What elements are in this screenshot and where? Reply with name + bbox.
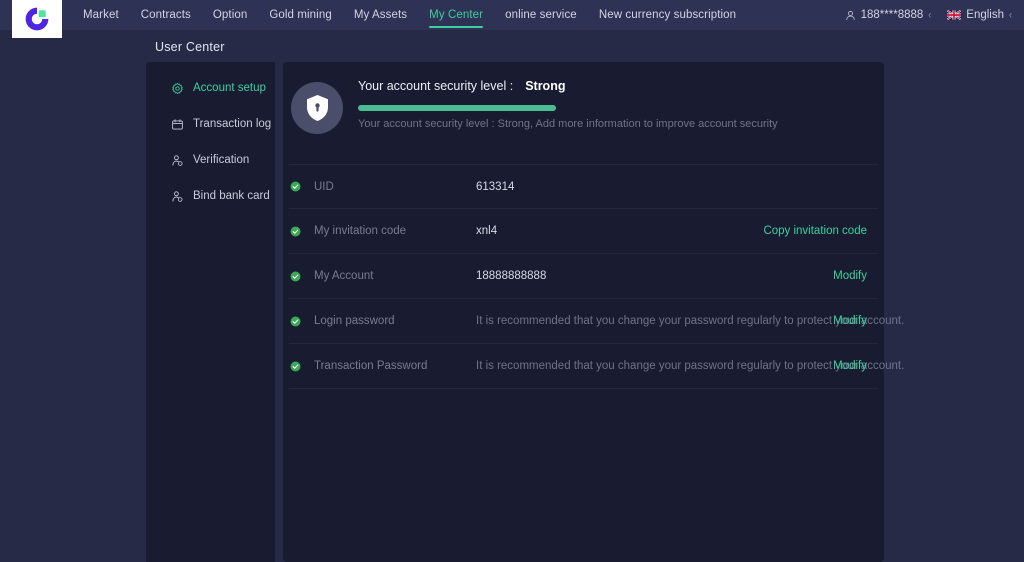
account-menu[interactable]: 188****8888 ‹ [845, 8, 932, 21]
brand-logo[interactable] [12, 0, 62, 38]
table-row: UID 613314 [289, 164, 878, 209]
security-progress-fill [358, 105, 556, 111]
uk-flag-icon [947, 10, 962, 20]
user-card-icon [172, 190, 183, 202]
row-value: 613314 [476, 180, 515, 193]
nav-item-gold-mining[interactable]: Gold mining [258, 0, 342, 30]
copy-invitation-code-button[interactable]: Copy invitation code [763, 225, 867, 237]
sidebar-item-verification[interactable]: Verification [146, 148, 275, 172]
security-progress-track [358, 105, 556, 111]
security-level-title-prefix: Your account security level : [358, 79, 514, 93]
account-label: 188****8888 [860, 9, 924, 21]
check-circle-icon [290, 361, 301, 371]
modify-transaction-password-button[interactable]: Modify [833, 360, 867, 372]
row-label: My invitation code [314, 225, 407, 237]
nav-item-option[interactable]: Option [202, 0, 258, 30]
table-row: Transaction Password It is recommended t… [289, 344, 904, 389]
brand-logo-icon [25, 7, 49, 31]
sidebar-item-label: Verification [193, 154, 250, 166]
account-setup-panel: Your account security level : Strong Your… [283, 62, 904, 562]
nav-item-label: My Assets [353, 9, 408, 21]
nav-item-label: Market [83, 9, 119, 21]
row-value: 18888888888 [476, 270, 547, 282]
nav-item-label: Gold mining [269, 9, 332, 21]
table-row: Login password It is recommended that yo… [289, 299, 904, 344]
user-check-icon [172, 154, 183, 166]
chevron-down-icon: ‹ [928, 8, 932, 21]
row-value: xnl4 [476, 225, 498, 237]
check-circle-icon [290, 316, 301, 326]
security-level-title: Your account security level : Strong [358, 79, 565, 93]
check-circle-icon [290, 271, 301, 281]
table-row: My invitation code xnl4 Copy invitation … [289, 209, 878, 254]
chevron-down-icon: ‹ [1009, 8, 1012, 21]
nav-item-contracts[interactable]: Contracts [130, 0, 202, 30]
nav-item-label: Option [212, 9, 248, 21]
check-circle-icon [290, 226, 301, 236]
account-info-list: UID 613314 My invitation code xnl4 Copy … [289, 164, 904, 389]
security-level-description: Your account security level : Strong, Ad… [358, 118, 778, 130]
sidebar-item-transaction-log[interactable]: Transaction log [146, 112, 275, 136]
sidebar-item-account-setup[interactable]: Account setup [146, 76, 275, 100]
nav-item-label: Contracts [140, 9, 191, 21]
user-center-sidebar: Account setup Transaction log Verificati… [146, 62, 275, 562]
nav-item-label: My Center [429, 9, 484, 21]
page-title: User Center [155, 40, 225, 54]
nav-item-label: online service [505, 9, 577, 21]
security-level-value: Strong [525, 79, 566, 93]
user-icon [845, 10, 855, 20]
header-right-actions: 188****8888 ‹ English ‹ [845, 0, 1012, 30]
language-menu[interactable]: English ‹ [947, 9, 1012, 21]
nav-item-my-center[interactable]: My Center [418, 0, 494, 30]
security-level-banner: Your account security level : Strong Your… [283, 62, 884, 161]
shield-lock-icon [306, 95, 328, 121]
nav-item-label: New currency subscription [598, 9, 737, 21]
modify-account-button[interactable]: Modify [833, 270, 867, 282]
modify-login-password-button[interactable]: Modify [833, 315, 867, 327]
sidebar-item-label: Account setup [193, 82, 266, 94]
row-label: Transaction Password [314, 360, 428, 372]
sidebar-item-bind-bank-card[interactable]: Bind bank card [146, 184, 275, 208]
security-shield-badge [291, 82, 343, 134]
row-label: Login password [314, 315, 395, 327]
main-nav: Market Contracts Option Gold mining My A… [72, 0, 747, 30]
calendar-icon [172, 118, 183, 130]
nav-item-market[interactable]: Market [72, 0, 130, 30]
nav-item-online-service[interactable]: online service [494, 0, 588, 30]
nav-item-new-currency-subscription[interactable]: New currency subscription [588, 0, 747, 30]
gear-icon [172, 82, 183, 94]
nav-item-my-assets[interactable]: My Assets [343, 0, 418, 30]
row-label: My Account [314, 270, 374, 282]
sidebar-item-label: Bind bank card [193, 190, 270, 202]
check-circle-icon [290, 181, 301, 192]
table-row: My Account 18888888888 Modify [289, 254, 878, 299]
sidebar-item-label: Transaction log [193, 118, 272, 130]
language-label: English [966, 9, 1004, 21]
row-label: UID [314, 180, 334, 193]
